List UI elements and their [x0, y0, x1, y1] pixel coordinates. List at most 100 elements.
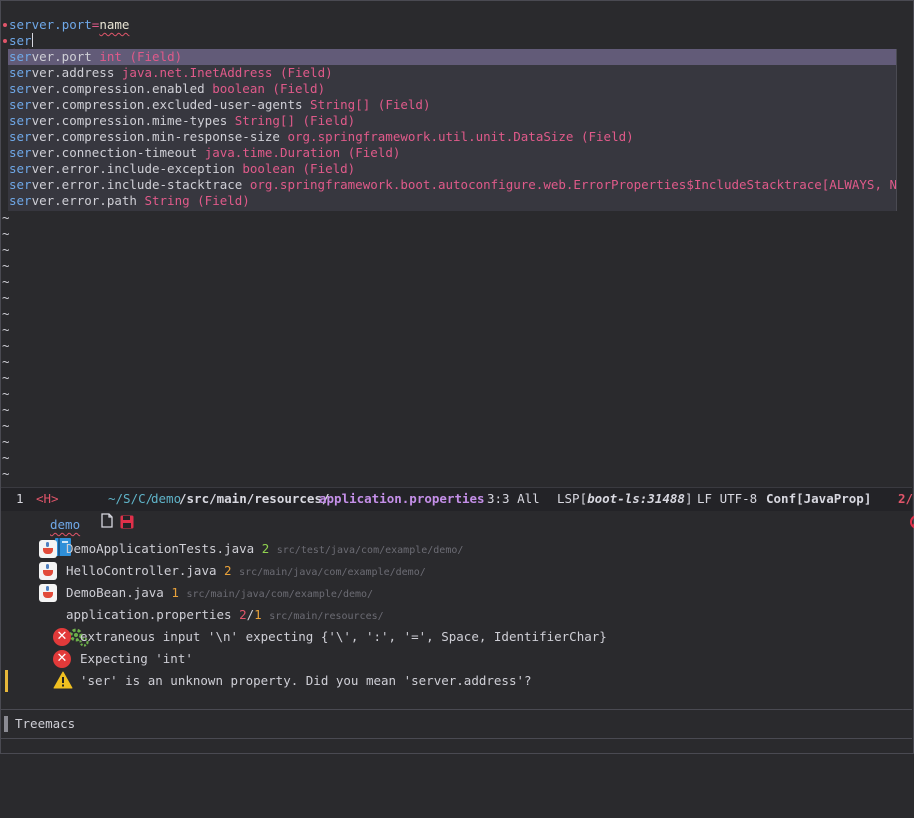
property-dot: .: [54, 17, 62, 32]
tilde-marker: ~: [2, 466, 10, 481]
cursor-position: 3:3 All: [487, 491, 540, 506]
lsp-prefix: LSP[: [557, 491, 588, 506]
completion-item[interactable]: server.error.include-stacktrace org.spri…: [8, 177, 897, 193]
diagnostic-item[interactable]: extraneous input '\n' expecting {'\', ':…: [80, 626, 607, 648]
minibuffer[interactable]: [1, 738, 912, 753]
completion-item[interactable]: server.connection-timeout java.time.Dura…: [8, 145, 897, 161]
mode-line: 1 <H> ~/S/C/ demo /src/main/resources/ a…: [1, 487, 914, 529]
completion-rest: ver.port: [31, 49, 92, 64]
completion-type: String[]: [310, 97, 371, 112]
completion-match: ser: [9, 193, 32, 208]
completion-match: ser: [9, 161, 32, 176]
completion-kind: (Field): [302, 161, 356, 176]
text-cursor: [31, 33, 33, 47]
file-icon: [71, 491, 113, 528]
current-line-indicator: [5, 670, 8, 692]
major-mode[interactable]: Conf[JavaProp]: [766, 488, 871, 510]
completion-item[interactable]: server.error.path String (Field): [8, 193, 897, 209]
completion-item[interactable]: server.compression.mime-types String[] (…: [8, 113, 897, 129]
error-icon: ✕: [53, 628, 71, 646]
completion-match: ser: [9, 97, 32, 112]
completion-match: ser: [9, 129, 32, 144]
treemacs-title: Treemacs: [15, 716, 76, 731]
completion-type: org.springframework.util.unit.DataSize: [287, 129, 574, 144]
completion-type: java.net.InetAddress: [121, 65, 273, 80]
tilde-marker: ~: [2, 338, 10, 353]
tree-file-item[interactable]: DemoBean.java 1 src/main/java/com/exampl…: [66, 582, 373, 604]
path-project: demo: [151, 491, 182, 506]
editor-line-2[interactable]: ser: [9, 33, 33, 49]
completion-kind: (Field): [129, 49, 183, 64]
tree-file-item[interactable]: application.properties 2/1 src/main/reso…: [66, 604, 384, 626]
editor-line-1[interactable]: server.port=name: [9, 17, 129, 33]
completion-match: ser: [9, 145, 32, 160]
diagnostic-item[interactable]: 'ser' is an unknown property. Did you me…: [80, 670, 532, 692]
evil-state: <H>: [36, 491, 59, 506]
buffer-filename: application.properties: [319, 491, 485, 506]
completion-item[interactable]: server.address java.net.InetAddress (Fie…: [8, 65, 897, 81]
completion-type: boolean: [212, 81, 265, 96]
completion-kind: (Field): [347, 145, 401, 160]
tree-file-item[interactable]: HelloController.java 2 src/main/java/com…: [66, 560, 426, 582]
completion-match: ser: [9, 113, 32, 128]
error-icon: ✕: [53, 650, 71, 668]
completion-item[interactable]: server.error.include-exception boolean (…: [8, 161, 897, 177]
tilde-marker: ~: [2, 258, 10, 273]
completion-type: String[]: [234, 113, 295, 128]
typed-prefix: ser: [9, 33, 32, 48]
tilde-marker: ~: [2, 434, 10, 449]
flycheck-count[interactable]: 2/: [898, 488, 913, 510]
completion-type: String: [144, 193, 190, 208]
completion-rest: ver.compression.enabled: [31, 81, 205, 96]
lsp-status[interactable]: LSP[boot-ls:31488]: [557, 488, 692, 510]
completion-match: ser: [9, 65, 32, 80]
save-icon[interactable]: [90, 492, 134, 529]
treemacs-modeline: Treemacs: [1, 709, 912, 738]
file-name: DemoBean.java: [66, 585, 164, 600]
completion-type: int: [99, 49, 122, 64]
file-warning-count: 1: [254, 607, 262, 622]
tilde-marker: ~: [2, 402, 10, 417]
tilde-marker: ~: [2, 386, 10, 401]
completion-item[interactable]: server.port int (Field): [8, 49, 897, 65]
file-path: src/main/java/com/example/demo/: [186, 589, 374, 600]
file-path: src/test/java/com/example/demo/: [276, 545, 464, 556]
file-count: 1: [171, 585, 179, 600]
completion-rest: ver.compression.excluded-user-agents: [31, 97, 303, 112]
file-name: application.properties: [66, 607, 232, 622]
completion-item[interactable]: server.compression.enabled boolean (Fiel…: [8, 81, 897, 97]
completion-kind: (Field): [279, 65, 333, 80]
completion-popup[interactable]: server.port int (Field) server.address ja…: [8, 49, 897, 211]
completion-kind: (Field): [302, 113, 356, 128]
tree-file-item[interactable]: DemoApplicationTests.java 2 src/test/jav…: [66, 538, 463, 560]
tilde-marker: ~: [2, 450, 10, 465]
book-icon: [23, 514, 72, 556]
tilde-marker: ~: [2, 354, 10, 369]
java-file-icon: [39, 562, 57, 580]
completion-type: java.time.Duration: [204, 145, 341, 160]
completion-item[interactable]: server.compression.excluded-user-agents …: [8, 97, 897, 113]
file-count: 2: [261, 541, 270, 556]
encoding-info: LF UTF-8: [697, 491, 758, 506]
completion-rest: ver.connection-timeout: [31, 145, 198, 160]
completion-kind: (Field): [580, 129, 634, 144]
completion-scrollbar[interactable]: [896, 49, 897, 211]
tilde-marker: ~: [2, 226, 10, 241]
file-path: src/main/java/com/example/demo/: [239, 567, 426, 578]
completion-rest: ver.error.include-stacktrace: [31, 177, 243, 192]
tilde-marker: ~: [2, 242, 10, 257]
property-value: name: [99, 17, 130, 32]
tilde-marker: ~: [2, 370, 10, 385]
path-prefix: ~/S/C/: [108, 491, 154, 506]
diagnostic-item[interactable]: Expecting 'int': [80, 648, 193, 670]
window-number: 1: [16, 491, 24, 506]
completion-rest: ver.compression.mime-types: [31, 113, 228, 128]
completion-rest: ver.address: [31, 65, 115, 80]
completion-item[interactable]: server.compression.min-response-size org…: [8, 129, 897, 145]
flycheck-error-icon: [880, 492, 914, 529]
file-name: HelloController.java: [66, 563, 217, 578]
project-name[interactable]: demo: [50, 514, 80, 536]
warning-icon: [53, 671, 73, 689]
diagnostics-tree[interactable]: demo DemoApplicationTests.java 2 src/tes…: [1, 511, 912, 709]
file-path: src/main/resources/: [269, 611, 384, 622]
